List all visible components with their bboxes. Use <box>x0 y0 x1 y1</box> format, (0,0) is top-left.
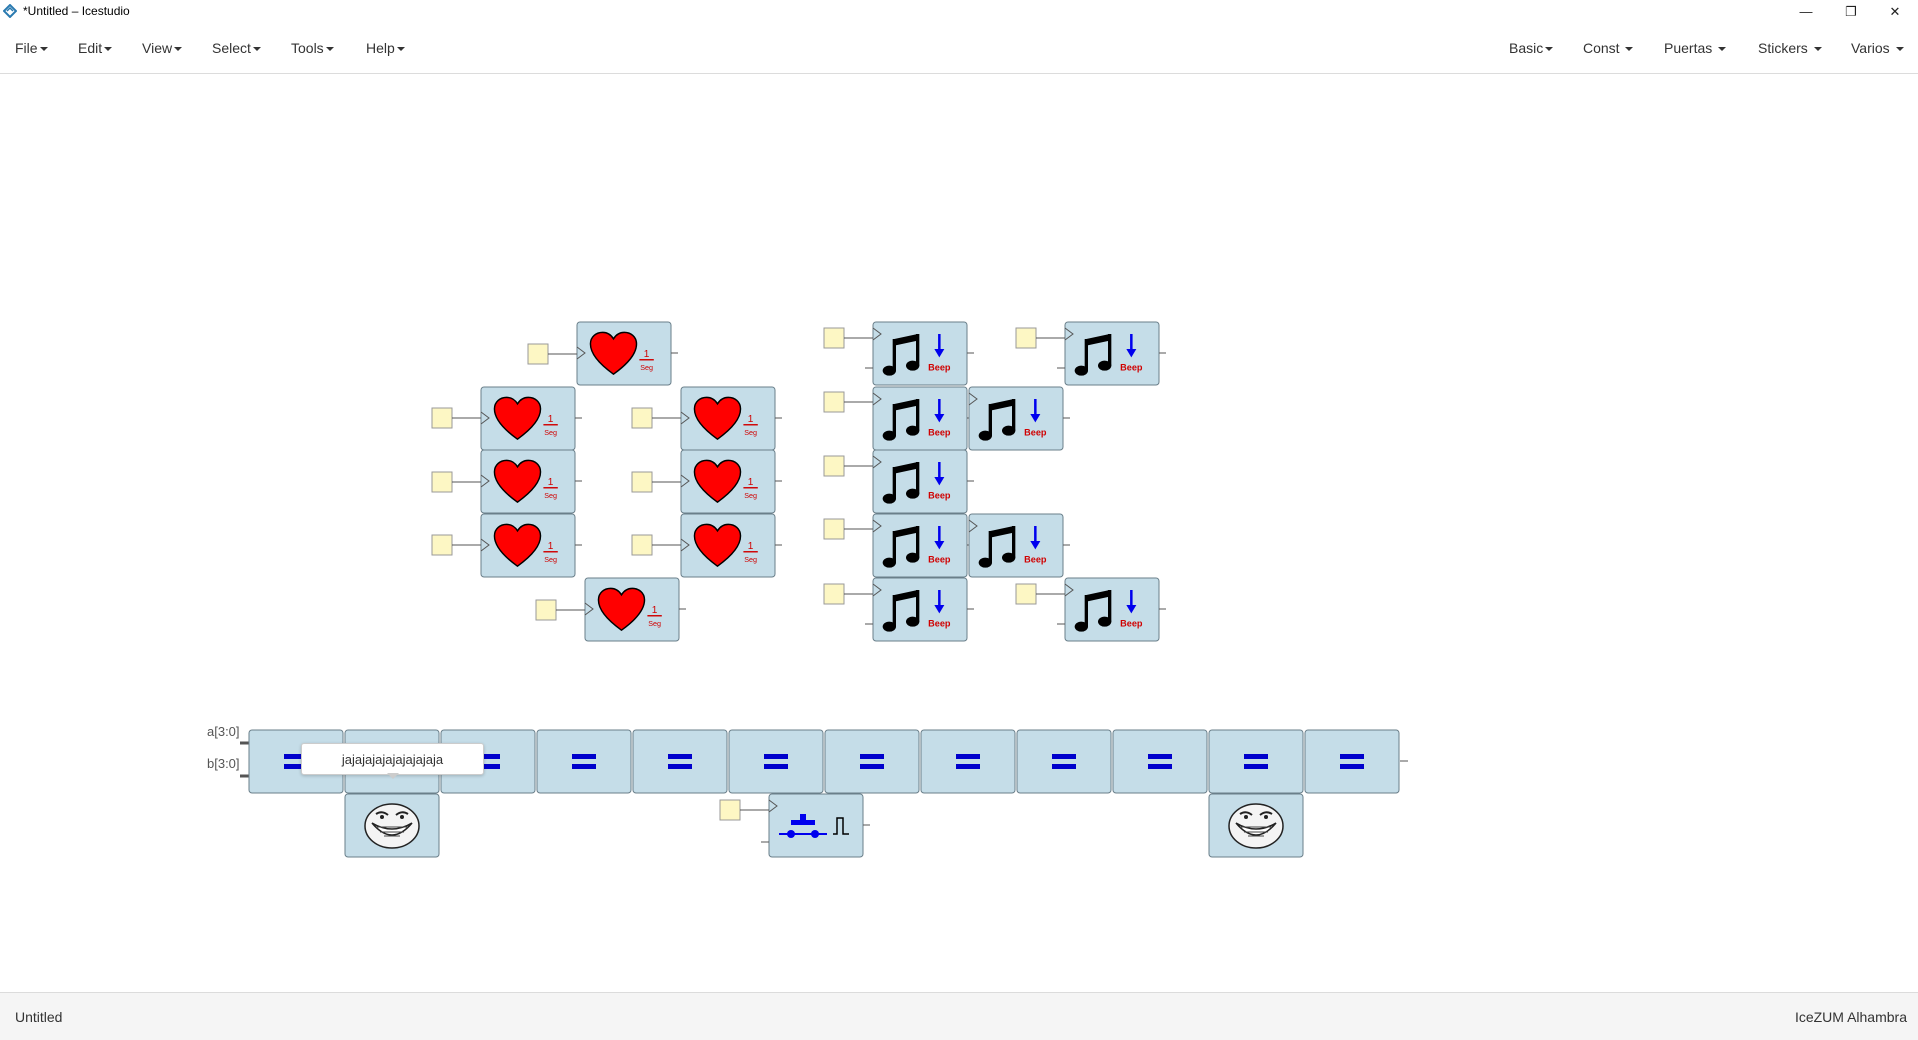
menu-puertas-label: Puertas <box>1664 40 1713 56</box>
menu-stickers-label: Stickers <box>1758 40 1808 56</box>
menu-tools[interactable]: Tools <box>291 40 334 56</box>
board-name[interactable]: IceZUM Alhambra <box>1795 1009 1907 1025</box>
block-tooltip: jajajajajajajajajaja <box>301 743 484 775</box>
chevron-down-icon <box>252 47 261 52</box>
window-title: *Untitled – Icestudio <box>23 4 130 18</box>
chevron-down-icon <box>325 47 334 52</box>
chevron-down-icon <box>1895 47 1904 52</box>
menu-varios-label: Varios <box>1851 40 1890 56</box>
menu-const[interactable]: Const <box>1583 40 1634 56</box>
chevron-down-icon <box>1718 47 1727 52</box>
menu-file-label: File <box>15 40 38 56</box>
menu-puertas[interactable]: Puertas <box>1664 40 1727 56</box>
input-a-label: a[3:0] <box>207 724 240 739</box>
chevron-down-icon <box>1813 47 1822 52</box>
menu-tools-label: Tools <box>291 40 324 56</box>
menu-const-label: Const <box>1583 40 1620 56</box>
design-canvas[interactable] <box>0 74 1918 991</box>
close-icon[interactable]: ✕ <box>1872 0 1918 23</box>
input-b-label: b[3:0] <box>207 756 240 771</box>
chevron-down-icon <box>1545 47 1554 52</box>
menu-help-label: Help <box>366 40 395 56</box>
chevron-down-icon <box>396 47 405 52</box>
icestudio-logo-icon <box>3 4 17 18</box>
menu-edit-label: Edit <box>78 40 103 56</box>
restore-icon[interactable]: ❐ <box>1828 0 1874 23</box>
menu-select-label: Select <box>212 40 251 56</box>
menu-bar: File Edit View Select Tools Help Basic C… <box>0 23 1918 74</box>
minimize-icon[interactable]: — <box>1783 0 1829 23</box>
menu-basic[interactable]: Basic <box>1509 40 1554 56</box>
menu-select[interactable]: Select <box>212 40 261 56</box>
tooltip-arrow <box>387 773 399 779</box>
menu-stickers[interactable]: Stickers <box>1758 40 1822 56</box>
menu-file[interactable]: File <box>15 40 48 56</box>
menu-edit[interactable]: Edit <box>78 40 113 56</box>
menu-view[interactable]: View <box>142 40 183 56</box>
menu-view-label: View <box>142 40 173 56</box>
menu-varios[interactable]: Varios <box>1851 40 1904 56</box>
menu-help[interactable]: Help <box>366 40 405 56</box>
project-name: Untitled <box>15 1009 63 1025</box>
menu-basic-label: Basic <box>1509 40 1544 56</box>
window-titlebar: *Untitled – Icestudio — ❐ ✕ <box>0 0 1918 23</box>
chevron-down-icon <box>174 47 183 52</box>
chevron-down-icon <box>104 47 113 52</box>
chevron-down-icon <box>1625 47 1634 52</box>
status-bar: Untitled IceZUM Alhambra <box>0 992 1918 1040</box>
chevron-down-icon <box>39 47 48 52</box>
